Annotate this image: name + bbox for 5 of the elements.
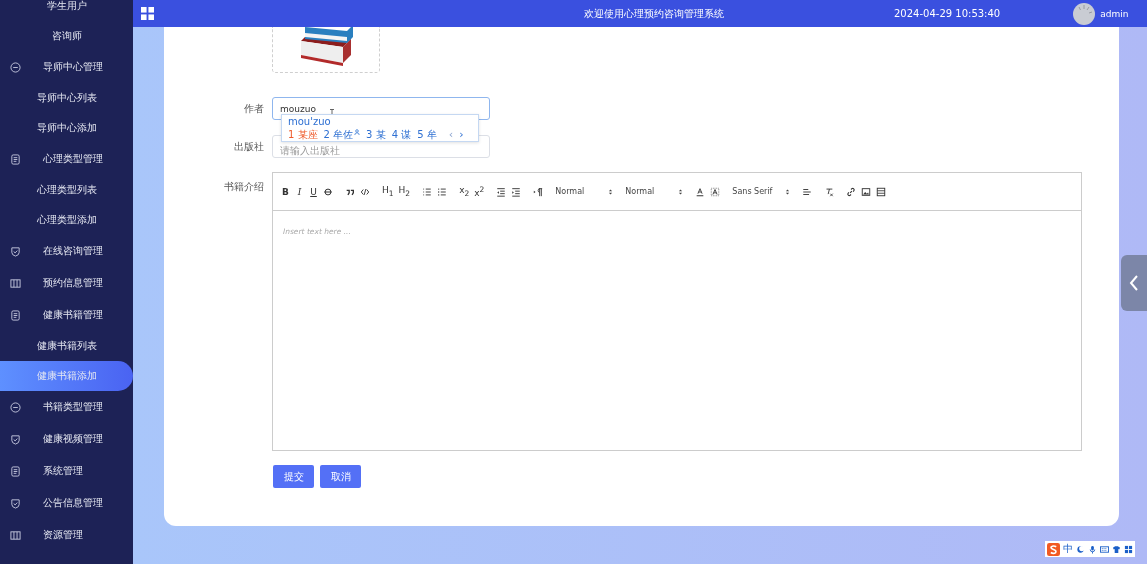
date-time: 2024-04-29 10:53:40: [894, 8, 1001, 19]
field-label: 书籍介绍: [223, 180, 265, 194]
field-label: 出版社: [233, 140, 265, 154]
field-label: 作者: [243, 102, 265, 116]
system-title: 欢迎使用心理预约咨询管理系统: [584, 6, 724, 21]
